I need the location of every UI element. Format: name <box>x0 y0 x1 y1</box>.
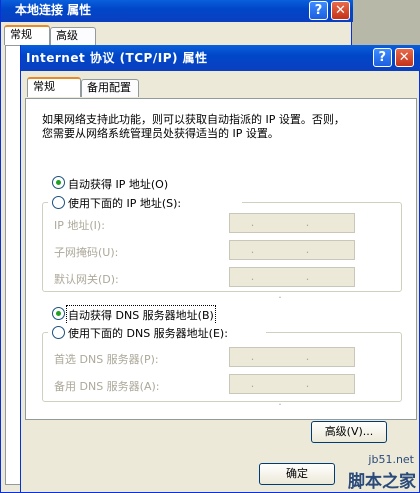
help-icon[interactable]: ? <box>373 48 392 67</box>
back-window-tabs: 常规 高级 <box>4 25 349 45</box>
preferred-dns-input[interactable]: . . . <box>229 347 355 381</box>
ok-button[interactable]: 确定 <box>259 463 335 485</box>
dns-manual-radio[interactable] <box>52 326 65 339</box>
ip-auto-radio[interactable] <box>52 176 65 189</box>
general-tab-panel: 如果网络支持此功能，则可以获取自动指派的 IP 设置。否则， 您需要从网络系统管… <box>25 98 417 420</box>
tab-alternate-config[interactable]: 备用配置 <box>81 79 139 97</box>
preferred-dns-label: 首选 DNS 服务器(P): <box>54 353 159 366</box>
ip-manual-label[interactable]: 使用下面的 IP 地址(S): <box>68 195 181 211</box>
back-window-title: 本地连接 属性 <box>15 3 92 17</box>
ip-address-input[interactable]: . . . <box>229 213 355 247</box>
dns-manual-legend: 使用下面的 DNS 服务器地址(E): <box>48 324 266 340</box>
default-gateway-label: 默认网关(D): <box>54 273 119 286</box>
dns-auto-radio[interactable] <box>52 307 65 320</box>
dns-auto-label[interactable]: 自动获得 DNS 服务器地址(B) <box>66 305 216 325</box>
help-icon[interactable]: ? <box>309 1 328 20</box>
back-tab-advanced[interactable]: 高级 <box>50 27 96 45</box>
watermark-logo-text: 脚本之家 <box>348 472 416 492</box>
dialog-tabs: 常规 备用配置 <box>25 77 417 99</box>
ip-manual-legend: 使用下面的 IP 地址(S): <box>48 194 242 210</box>
default-gateway-input[interactable]: . . . <box>229 267 355 301</box>
tab-general[interactable]: 常规 <box>27 77 81 97</box>
subnet-mask-label: 子网掩码(U): <box>54 246 119 259</box>
alternate-dns-label: 备用 DNS 服务器(A): <box>54 380 160 393</box>
subnet-mask-input[interactable]: . . . <box>229 240 355 274</box>
tcpip-properties-dialog: Internet 协议 (TCP/IP) 属性 ? ✕ 常规 备用配置 如果网络… <box>20 45 420 493</box>
watermark: jb51.net 脚本之家 <box>330 451 418 492</box>
watermark-url: jb51.net <box>368 453 414 466</box>
close-icon[interactable]: ✕ <box>331 1 350 20</box>
ip-address-label: IP 地址(I): <box>54 219 105 232</box>
ip-manual-radio[interactable] <box>52 196 65 209</box>
description-line-2: 您需要从网络系统管理员处获得适当的 IP 设置。 <box>42 127 279 140</box>
ip-auto-label[interactable]: 自动获得 IP 地址(O) <box>68 176 168 192</box>
back-tab-general[interactable]: 常规 <box>4 25 50 45</box>
alternate-dns-input[interactable]: . . . <box>229 374 355 408</box>
close-icon[interactable]: ✕ <box>395 48 414 67</box>
dialog-titlebar[interactable]: Internet 协议 (TCP/IP) 属性 ? ✕ <box>21 45 420 71</box>
advanced-button[interactable]: 高级(V)... <box>311 421 387 443</box>
back-window-titlebar[interactable]: 本地连接 属性 ? ✕ <box>1 0 353 22</box>
dialog-title: Internet 协议 (TCP/IP) 属性 <box>26 51 208 65</box>
dns-manual-label[interactable]: 使用下面的 DNS 服务器地址(E): <box>68 325 228 341</box>
